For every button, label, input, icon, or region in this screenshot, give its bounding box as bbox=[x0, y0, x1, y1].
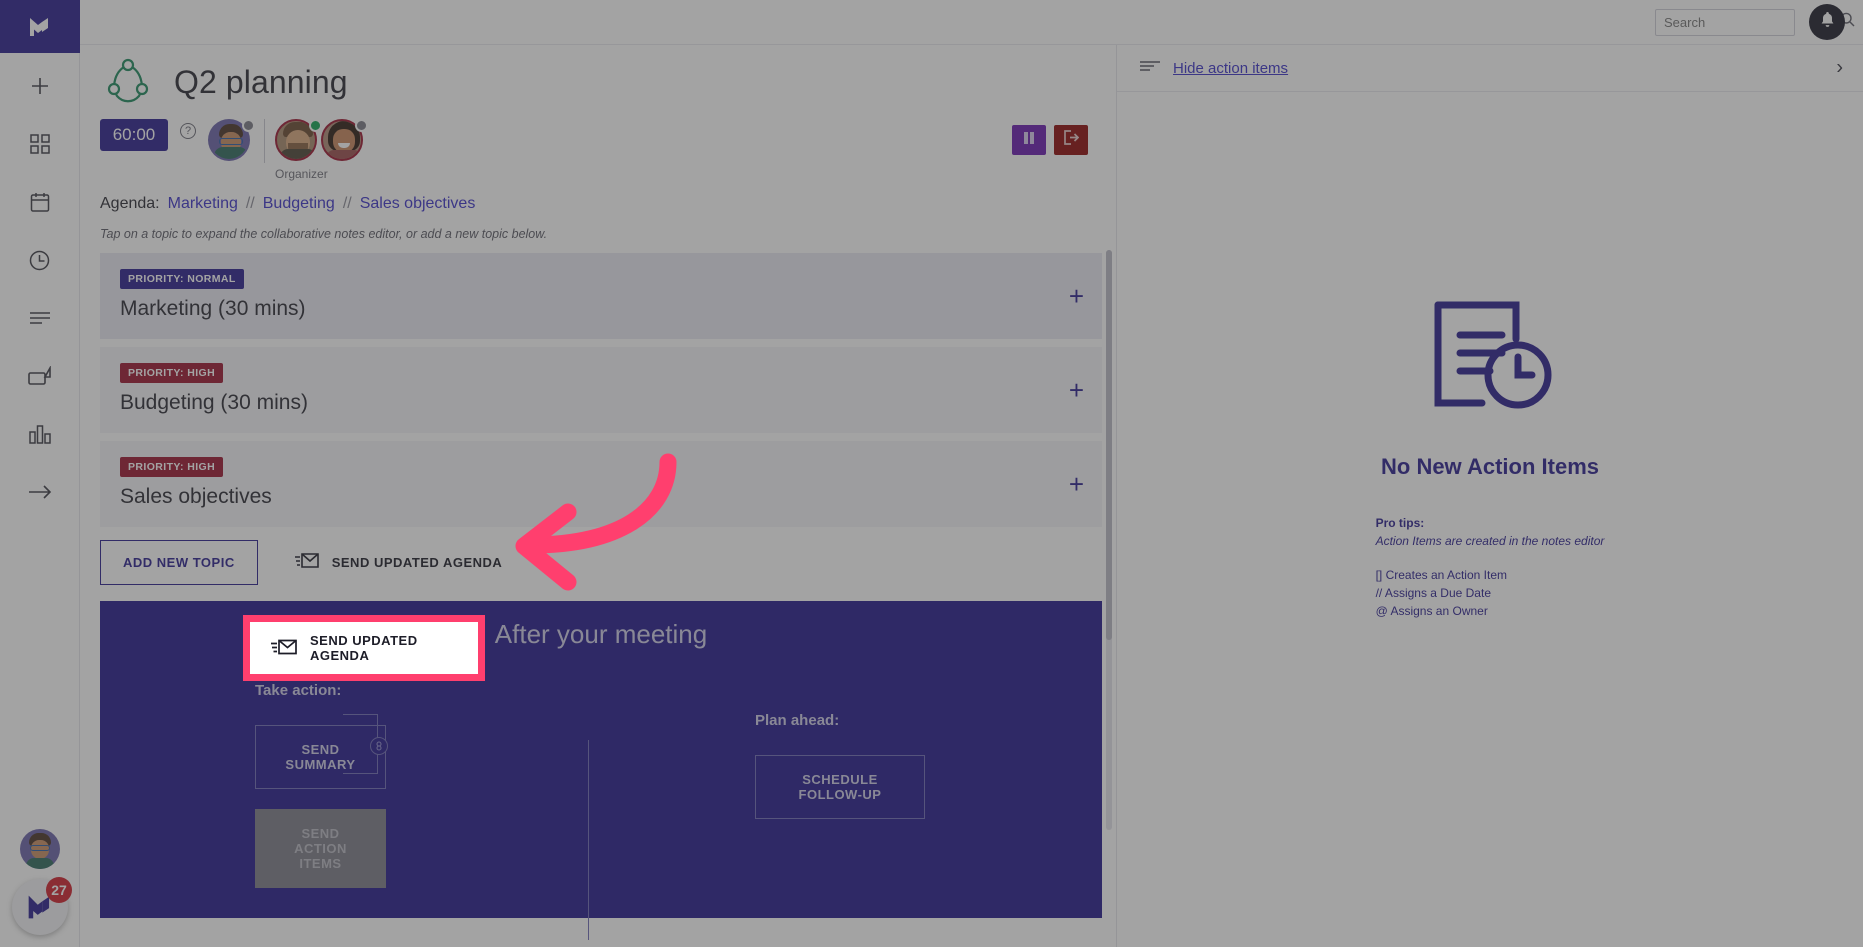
agenda-separator: // bbox=[245, 195, 255, 212]
document-clock-icon bbox=[1426, 301, 1554, 423]
sidebar-nav bbox=[16, 67, 64, 511]
topic-title: Marketing (30 mins) bbox=[120, 297, 306, 320]
send-envelope-icon bbox=[294, 551, 320, 573]
help-icon[interactable]: ? bbox=[180, 123, 196, 139]
schedule-follow-up-button[interactable]: SCHEDULE FOLLOW-UP bbox=[755, 755, 925, 819]
pro-tips-heading: Pro tips: bbox=[1375, 516, 1425, 530]
topic-row[interactable]: PRIORITY: NORMAL Marketing (30 mins) + bbox=[100, 253, 1102, 339]
topic-list: PRIORITY: NORMAL Marketing (30 mins) + P… bbox=[100, 253, 1102, 527]
sidebar-item-calendar-icon[interactable] bbox=[16, 183, 64, 221]
pro-tips: Pro tips: Action Items are created in th… bbox=[1376, 514, 1605, 620]
action-items-header: Hide action items › bbox=[1117, 45, 1863, 92]
meeting-controls bbox=[1012, 125, 1088, 155]
page-title: Q2 planning bbox=[174, 63, 348, 100]
sidebar-item-list-icon[interactable] bbox=[16, 299, 64, 337]
send-updated-agenda-label: SEND UPDATED AGENDA bbox=[331, 554, 503, 570]
topic-actions: ADD NEW TOPIC SEND UPDATED AGENDA bbox=[100, 537, 1116, 587]
topic-row[interactable]: PRIORITY: HIGH Budgeting (30 mins) + bbox=[100, 347, 1102, 433]
pro-tip-item: // Assigns a Due Date bbox=[1375, 586, 1491, 600]
top-bar bbox=[80, 0, 1863, 45]
priority-badge: PRIORITY: NORMAL bbox=[120, 269, 244, 289]
agenda-link-marketing[interactable]: Marketing bbox=[168, 195, 238, 213]
sidebar-item-plus-icon[interactable] bbox=[16, 67, 64, 105]
vertical-divider bbox=[588, 740, 589, 940]
send-updated-agenda-label: SEND UPDATED AGENDA bbox=[310, 633, 418, 663]
sidebar-footer: 27 bbox=[0, 829, 80, 947]
topic-row[interactable]: PRIORITY: HIGH Sales objectives + bbox=[100, 441, 1102, 527]
meeting-meta: 60:00 ? Organizer bbox=[100, 119, 1116, 181]
agenda-breadcrumb: Agenda: Marketing // Budgeting // Sales … bbox=[100, 195, 1116, 213]
action-items-panel: Hide action items › No New Action Items … bbox=[1117, 45, 1863, 947]
meetingpulse-logo-button[interactable]: 27 bbox=[12, 877, 72, 935]
exit-icon bbox=[1063, 130, 1080, 150]
notifications-button[interactable] bbox=[1809, 4, 1845, 40]
exit-button[interactable] bbox=[1054, 125, 1088, 155]
add-new-topic-button[interactable]: ADD NEW TOPIC bbox=[100, 539, 258, 585]
status-dot bbox=[242, 119, 255, 132]
avatar-organizer[interactable] bbox=[275, 119, 322, 165]
sidebar-item-bar-chart-icon[interactable] bbox=[16, 415, 64, 453]
sidebar-item-arrow-right-icon[interactable] bbox=[16, 473, 64, 511]
main-content: Q2 planning 60:00 ? Organizer Agenda: Ma… bbox=[80, 45, 1117, 947]
topic-title: Sales objectives bbox=[120, 485, 272, 508]
divider bbox=[264, 119, 265, 163]
agenda-label: Agenda: bbox=[100, 195, 160, 212]
meeting-timer[interactable]: 60:00 bbox=[100, 119, 168, 151]
search-box[interactable] bbox=[1655, 8, 1855, 36]
sidebar-item-grid-icon[interactable] bbox=[16, 125, 64, 163]
bell-icon bbox=[1819, 11, 1836, 34]
take-action-label: Take action: bbox=[255, 682, 342, 699]
send-updated-agenda-highlight[interactable]: SEND UPDATED AGENDA bbox=[250, 622, 478, 674]
list-lines-icon bbox=[1139, 59, 1161, 77]
plus-icon[interactable]: + bbox=[1069, 471, 1084, 497]
chain-link-icon bbox=[370, 737, 388, 755]
agenda-link-budgeting[interactable]: Budgeting bbox=[263, 195, 335, 213]
agenda-link-sales-objectives[interactable]: Sales objectives bbox=[360, 195, 476, 213]
scrollbar-thumb[interactable] bbox=[1106, 250, 1112, 640]
plus-icon[interactable]: + bbox=[1069, 283, 1084, 309]
status-dot bbox=[355, 119, 368, 132]
participants: Organizer bbox=[208, 119, 368, 181]
plan-ahead-label: Plan ahead: bbox=[755, 712, 840, 729]
avatar-participant[interactable] bbox=[321, 119, 368, 165]
pro-tips-subtitle: Action Items are created in the notes ed… bbox=[1375, 534, 1605, 548]
chevron-right-icon[interactable]: › bbox=[1836, 57, 1843, 80]
sidebar-item-video-icon[interactable] bbox=[16, 357, 64, 395]
pro-tip-item: [] Creates an Action Item bbox=[1375, 568, 1507, 582]
send-action-items-button[interactable]: SEND ACTION ITEMS bbox=[255, 809, 386, 888]
avatar-self[interactable] bbox=[208, 119, 255, 165]
empty-title: No New Action Items bbox=[1381, 454, 1599, 479]
send-updated-agenda-button[interactable]: SEND UPDATED AGENDA bbox=[271, 537, 525, 587]
topics-hint: Tap on a topic to expand the collaborati… bbox=[100, 227, 548, 241]
left-sidebar: 27 bbox=[0, 0, 80, 947]
pause-icon bbox=[1022, 131, 1036, 150]
user-avatar[interactable] bbox=[20, 829, 60, 869]
sidebar-item-clock-icon[interactable] bbox=[16, 241, 64, 279]
priority-badge: PRIORITY: HIGH bbox=[120, 457, 224, 477]
send-envelope-icon bbox=[270, 637, 298, 660]
pause-button[interactable] bbox=[1012, 125, 1046, 155]
pro-tip-item: @ Assigns an Owner bbox=[1375, 604, 1488, 618]
organizer-label: Organizer bbox=[275, 167, 328, 181]
hide-action-items-link[interactable]: Hide action items bbox=[1173, 60, 1288, 77]
topic-title: Budgeting (30 mins) bbox=[120, 391, 308, 414]
priority-badge: PRIORITY: HIGH bbox=[120, 363, 224, 383]
agenda-separator: // bbox=[342, 195, 352, 212]
app-logo[interactable] bbox=[0, 0, 80, 53]
meeting-header: Q2 planning bbox=[80, 45, 1116, 109]
meeting-circle-icon bbox=[100, 55, 156, 109]
plus-icon[interactable]: + bbox=[1069, 377, 1084, 403]
empty-state: No New Action Items Pro tips: Action Ite… bbox=[1117, 92, 1863, 620]
notification-badge: 27 bbox=[46, 877, 72, 903]
app-root: 27 Search Q2 planning 60:00 ? Organizer … bbox=[0, 0, 1863, 947]
